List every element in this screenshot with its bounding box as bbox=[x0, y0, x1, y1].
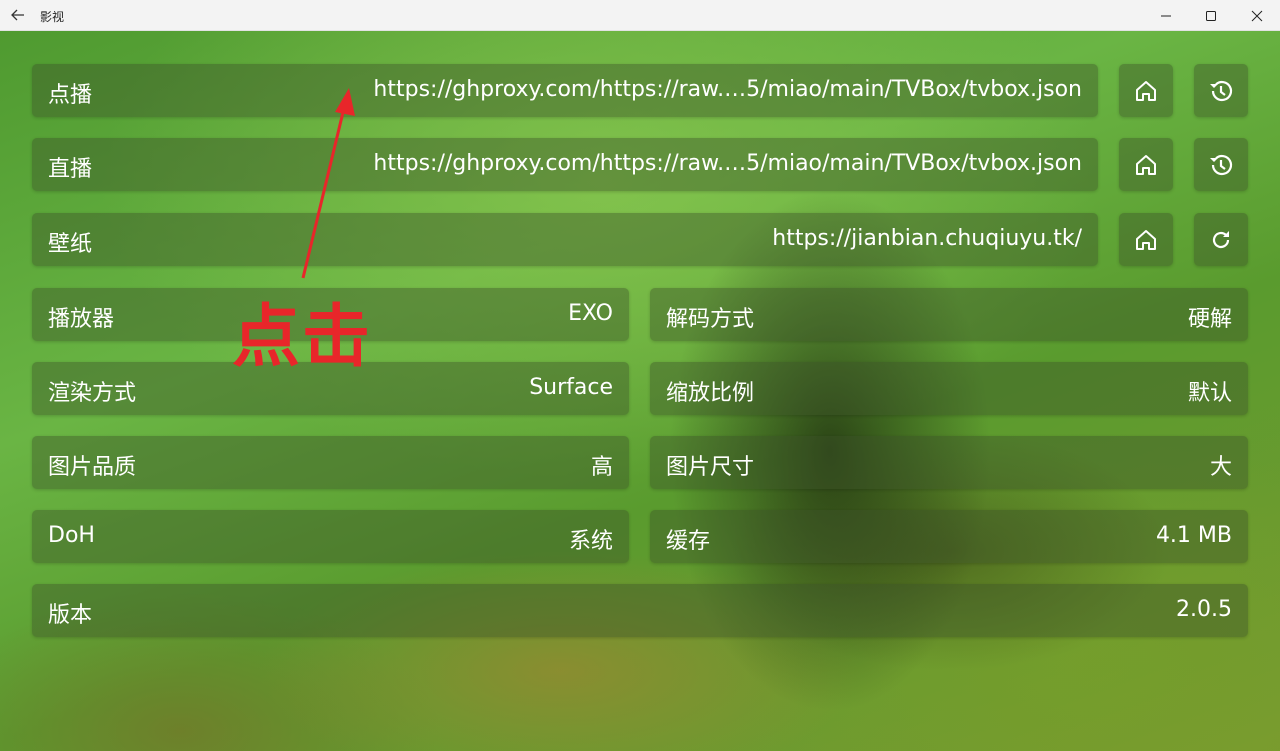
cache-label: 缓存 bbox=[666, 529, 711, 554]
vod-url: https://ghproxy.com/https://raw.…5/miao/… bbox=[373, 77, 1082, 102]
home-icon bbox=[1136, 80, 1156, 101]
live-history-button[interactable] bbox=[1194, 138, 1248, 191]
live-url: https://ghproxy.com/https://raw.…5/miao/… bbox=[373, 151, 1082, 176]
render-value: Surface bbox=[529, 375, 613, 400]
title-bar: 影视 bbox=[0, 0, 1280, 31]
scale-label: 缩放比例 bbox=[666, 381, 755, 406]
decode-label: 解码方式 bbox=[666, 307, 755, 332]
live-label: 直播 bbox=[48, 157, 93, 182]
decode-setting-row[interactable]: 解码方式 硬解 bbox=[650, 288, 1248, 341]
back-arrow-icon[interactable] bbox=[8, 5, 28, 25]
wallpaper-label: 壁纸 bbox=[48, 232, 93, 257]
decode-value: 硬解 bbox=[1187, 307, 1232, 332]
doh-label: DoH bbox=[48, 523, 95, 548]
close-icon bbox=[1251, 10, 1263, 21]
minimize-icon bbox=[1161, 15, 1171, 16]
version-label: 版本 bbox=[48, 603, 93, 628]
close-button[interactable] bbox=[1234, 0, 1280, 31]
vod-setting-row[interactable]: 点播 https://ghproxy.com/https://raw.…5/mi… bbox=[32, 64, 1098, 117]
maximize-icon bbox=[1206, 10, 1216, 21]
wallpaper-home-button[interactable] bbox=[1119, 213, 1173, 266]
live-setting-row[interactable]: 直播 https://ghproxy.com/https://raw.…5/mi… bbox=[32, 138, 1098, 191]
image-size-setting-row[interactable]: 图片尺寸 大 bbox=[650, 436, 1248, 489]
home-icon bbox=[1136, 154, 1156, 175]
cache-setting-row[interactable]: 缓存 4.1 MB bbox=[650, 510, 1248, 563]
annotation-text: 点击 bbox=[232, 298, 373, 377]
vod-home-button[interactable] bbox=[1119, 64, 1173, 117]
history-icon bbox=[1210, 80, 1233, 101]
doh-setting-row[interactable]: DoH 系统 bbox=[32, 510, 629, 563]
wallpaper-setting-row[interactable]: 壁纸 https://jianbian.chuqiuyu.tk/ bbox=[32, 213, 1098, 266]
scale-value: 默认 bbox=[1187, 381, 1232, 406]
cache-value: 4.1 MB bbox=[1155, 523, 1232, 548]
home-icon bbox=[1136, 229, 1156, 250]
player-value: EXO bbox=[568, 301, 613, 326]
live-home-button[interactable] bbox=[1119, 138, 1173, 191]
window-title: 影视 bbox=[40, 10, 65, 24]
wallpaper-refresh-button[interactable] bbox=[1194, 213, 1248, 266]
wallpaper-url: https://jianbian.chuqiuyu.tk/ bbox=[772, 226, 1082, 251]
player-label: 播放器 bbox=[48, 307, 115, 332]
vod-history-button[interactable] bbox=[1194, 64, 1248, 117]
image-size-value: 大 bbox=[1209, 455, 1232, 480]
version-value: 2.0.5 bbox=[1176, 597, 1232, 622]
version-setting-row[interactable]: 版本 2.0.5 bbox=[32, 584, 1248, 637]
image-quality-label: 图片品质 bbox=[48, 455, 137, 480]
doh-value: 系统 bbox=[568, 529, 613, 554]
minimize-button[interactable] bbox=[1143, 0, 1189, 31]
history-icon bbox=[1210, 154, 1233, 175]
image-quality-setting-row[interactable]: 图片品质 高 bbox=[32, 436, 629, 489]
image-quality-value: 高 bbox=[590, 455, 613, 480]
refresh-icon bbox=[1212, 230, 1230, 248]
maximize-button[interactable] bbox=[1188, 0, 1234, 31]
vod-label: 点播 bbox=[48, 83, 93, 108]
image-size-label: 图片尺寸 bbox=[666, 455, 755, 480]
scale-setting-row[interactable]: 缩放比例 默认 bbox=[650, 362, 1248, 415]
render-label: 渲染方式 bbox=[48, 381, 137, 406]
